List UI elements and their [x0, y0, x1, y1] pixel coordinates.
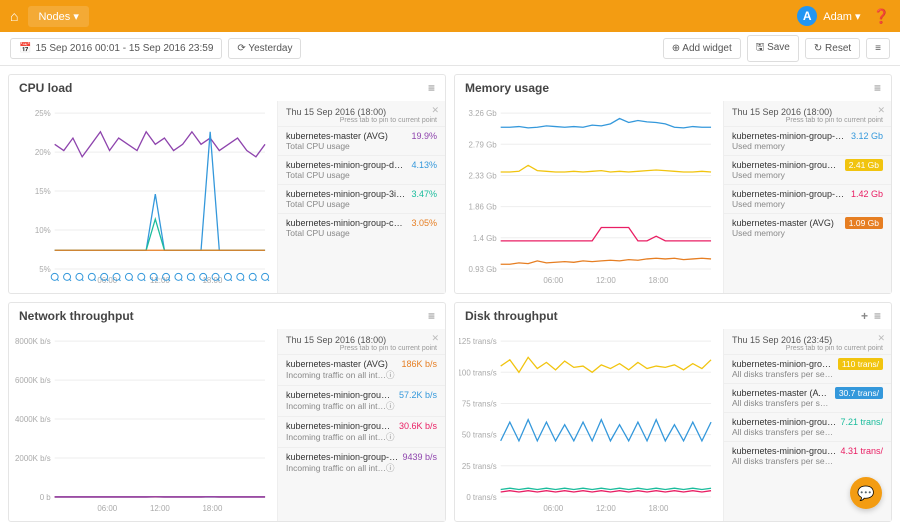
panel-memory-usage: Memory usage ≡ 0.93 Gb 1.4 Gb 1.86 Gb 2.33 …: [454, 74, 892, 294]
legend-item[interactable]: kubernetes-minion-group-3imc (ATotal CPU…: [278, 184, 445, 213]
svg-text:100 trans/s: 100 trans/s: [459, 368, 497, 377]
avatar[interactable]: A: [797, 6, 817, 26]
svg-text:3.26 Gb: 3.26 Gb: [469, 109, 498, 118]
svg-text:0.93 Gb: 0.93 Gb: [469, 265, 498, 274]
close-icon[interactable]: ✕: [877, 105, 885, 116]
panel-cpu-load: CPU load ≡ 5%10%15%20%25%06:0012:0018:00…: [8, 74, 446, 294]
svg-text:06:00: 06:00: [543, 504, 563, 513]
legend-time: Thu 15 Sep 2016 (18:00): [732, 107, 832, 117]
svg-text:0 trans/s: 0 trans/s: [466, 493, 496, 502]
dashboard-grid: CPU load ≡ 5% 10% 15% 20% 25% 06:00 12:00 18:00…: [0, 66, 900, 530]
legend-item[interactable]: kubernetes-minion-group-cdrp (ATotal CPU…: [278, 213, 445, 242]
legend-item[interactable]: kubernetes-minion-group-d991 (ATotal CPU…: [278, 155, 445, 184]
svg-text:4000K b/s: 4000K b/s: [15, 415, 51, 424]
svg-text:06:00: 06:00: [543, 276, 563, 285]
svg-text:12:00: 12:00: [596, 276, 616, 285]
legend-item[interactable]: kubernetes-minion-group-3imc (AUsed memo…: [724, 155, 891, 184]
svg-text:20%: 20%: [35, 148, 51, 157]
svg-text:18:00: 18:00: [203, 504, 223, 513]
legend-item[interactable]: kubernetes-minion-group-cdrp (AUsed memo…: [724, 184, 891, 213]
svg-text:10%: 10%: [35, 226, 51, 235]
reset-button[interactable]: ↻ Reset: [805, 38, 860, 59]
close-icon[interactable]: ✕: [877, 333, 885, 344]
svg-text:8000K b/s: 8000K b/s: [15, 337, 51, 346]
svg-text:06:00: 06:00: [97, 504, 117, 513]
panel-title: Disk throughput: [465, 309, 558, 323]
legend-item[interactable]: kubernetes-master (AVG)Incoming traffic …: [278, 354, 445, 385]
legend-item[interactable]: kubernetes-minion-group-d991 (AIncoming …: [278, 416, 445, 447]
svg-text:12:00: 12:00: [596, 504, 616, 513]
svg-text:50 trans/s: 50 trans/s: [462, 431, 497, 440]
legend-item[interactable]: kubernetes-minion-group-cdrp (AAll disks…: [724, 441, 891, 470]
chart-memory[interactable]: 0.93 Gb 1.4 Gb 1.86 Gb 2.33 Gb 2.79 Gb 3.26 G…: [455, 101, 723, 293]
chart-disk[interactable]: 0 trans/s 25 trans/s 50 trans/s 75 trans/s 1…: [455, 329, 723, 521]
panel-title: Memory usage: [465, 81, 549, 95]
svg-text:1.4 Gb: 1.4 Gb: [473, 234, 497, 243]
svg-text:75 trans/s: 75 trans/s: [462, 399, 497, 408]
chart-cpu[interactable]: 5%10%15%20%25%06:0012:0018:00: [9, 101, 277, 293]
legend-item[interactable]: kubernetes-minion-group-3imc (AIncoming …: [278, 385, 445, 416]
panel-add-icon[interactable]: +: [861, 309, 868, 323]
panel-title: CPU load: [19, 81, 72, 95]
svg-text:125 trans/s: 125 trans/s: [459, 337, 497, 346]
svg-text:25 trans/s: 25 trans/s: [462, 462, 497, 471]
legend-item[interactable]: kubernetes-master (AVG)All disks transfe…: [724, 383, 891, 412]
svg-text:2000K b/s: 2000K b/s: [15, 454, 51, 463]
save-button[interactable]: 🖫 Save: [747, 35, 799, 62]
panel-title: Network throughput: [19, 309, 134, 323]
date-range-picker[interactable]: 📅 15 Sep 2016 00:01 - 15 Sep 2016 23:59: [10, 38, 222, 59]
legend-item[interactable]: kubernetes-minion-group-3imc (AAll disks…: [724, 412, 891, 441]
legend-network: Thu 15 Sep 2016 (18:00)✕Press tab to pin…: [277, 329, 445, 521]
legend-item[interactable]: kubernetes-master (AVG)Used memory1.09 G…: [724, 213, 891, 242]
panel-menu-icon[interactable]: ≡: [874, 309, 881, 323]
add-widget-button[interactable]: ⊕ Add widget: [663, 38, 741, 59]
svg-text:25%: 25%: [35, 109, 51, 118]
legend-time: Thu 15 Sep 2016 (23:45): [732, 335, 832, 345]
svg-text:5%: 5%: [39, 265, 50, 274]
svg-text:18:00: 18:00: [649, 504, 669, 513]
svg-text:1.86 Gb: 1.86 Gb: [469, 203, 498, 212]
legend-memory: Thu 15 Sep 2016 (18:00)✕Press tab to pin…: [723, 101, 891, 293]
svg-text:0 b: 0 b: [40, 493, 52, 502]
svg-text:12:00: 12:00: [150, 504, 170, 513]
yesterday-button[interactable]: ⟳ Yesterday: [228, 38, 301, 59]
svg-text:18:00: 18:00: [649, 276, 669, 285]
svg-text:18:00: 18:00: [203, 276, 223, 285]
legend-item[interactable]: kubernetes-minion-group-d991 (AAll disks…: [724, 354, 891, 383]
home-icon[interactable]: ⌂: [10, 8, 18, 24]
legend-time: Thu 15 Sep 2016 (18:00): [286, 335, 386, 345]
svg-text:15%: 15%: [35, 187, 51, 196]
help-icon[interactable]: ❓: [873, 8, 890, 25]
chat-fab[interactable]: 💬: [850, 477, 882, 509]
svg-text:2.33 Gb: 2.33 Gb: [469, 171, 498, 180]
panel-menu-icon[interactable]: ≡: [874, 81, 881, 95]
panel-network-throughput: Network throughput ≡ 0 b 2000K b/s 4000K b…: [8, 302, 446, 522]
legend-item[interactable]: kubernetes-minion-group-cdrp (AIncoming …: [278, 447, 445, 478]
legend-cpu: Thu 15 Sep 2016 (18:00)✕Press tab to pin…: [277, 101, 445, 293]
legend-time: Thu 15 Sep 2016 (18:00): [286, 107, 386, 117]
date-range-text: 15 Sep 2016 00:01 - 15 Sep 2016 23:59: [35, 43, 213, 54]
close-icon[interactable]: ✕: [431, 105, 439, 116]
svg-text:2.79 Gb: 2.79 Gb: [469, 140, 498, 149]
legend-item[interactable]: kubernetes-minion-group-d991 (AUsed memo…: [724, 126, 891, 155]
chart-network[interactable]: 0 b 2000K b/s 4000K b/s 6000K b/s 8000K b/s 0…: [9, 329, 277, 521]
panel-disk-throughput: Disk throughput + ≡ 0 trans/s 25 trans/s 5…: [454, 302, 892, 522]
svg-text:6000K b/s: 6000K b/s: [15, 376, 51, 385]
menu-icon[interactable]: ≡: [866, 38, 890, 59]
close-icon[interactable]: ✕: [431, 333, 439, 344]
user-menu[interactable]: Adam ▾: [823, 10, 860, 23]
toolbar: 📅 15 Sep 2016 00:01 - 15 Sep 2016 23:59 …: [0, 32, 900, 66]
nodes-dropdown[interactable]: Nodes ▾: [28, 6, 88, 27]
panel-menu-icon[interactable]: ≡: [428, 81, 435, 95]
panel-menu-icon[interactable]: ≡: [428, 309, 435, 323]
topbar: ⌂ Nodes ▾ A Adam ▾ ❓: [0, 0, 900, 32]
legend-item[interactable]: kubernetes-master (AVG)Total CPU usage19…: [278, 126, 445, 155]
